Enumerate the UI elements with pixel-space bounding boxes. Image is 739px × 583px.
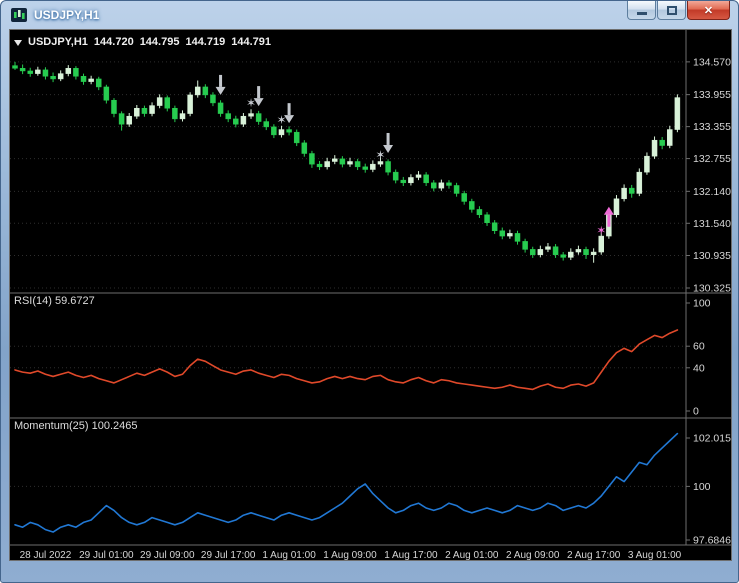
svg-text:1 Aug 01:00: 1 Aug 01:00 [262,550,316,561]
svg-text:29 Jul 17:00: 29 Jul 17:00 [201,550,256,561]
chart-window: USDJPY,H1 ✕ ✶ ✶ ✶ ✶ 134.570 133.955 133.355 132… [0,0,739,583]
svg-text:132.140: 132.140 [693,186,731,198]
svg-text:✶: ✶ [276,113,286,127]
collapse-triangle-icon[interactable] [14,40,22,46]
minimize-button[interactable] [627,1,656,20]
window-title: USDJPY,H1 [34,8,100,22]
chart-area: ✶ ✶ ✶ ✶ 134.570 133.955 133.355 132.755 132.140 1… [9,29,732,561]
close-button[interactable]: ✕ [687,1,730,20]
svg-text:100: 100 [693,298,711,310]
maximize-icon [666,5,677,15]
svg-text:29 Jul 01:00: 29 Jul 01:00 [79,550,134,561]
svg-text:130.935: 130.935 [693,250,731,262]
window-titlebar[interactable]: USDJPY,H1 ✕ [1,1,738,29]
svg-text:102.015: 102.015 [693,433,731,445]
svg-text:131.540: 131.540 [693,218,731,230]
chart-window-icon [11,8,27,22]
svg-text:97.6846: 97.6846 [693,535,731,547]
svg-text:133.955: 133.955 [693,89,731,101]
svg-text:1 Aug 17:00: 1 Aug 17:00 [384,550,438,561]
svg-text:1 Aug 09:00: 1 Aug 09:00 [323,550,377,561]
svg-text:2 Aug 17:00: 2 Aug 17:00 [567,550,621,561]
price-chart-canvas[interactable]: ✶ ✶ ✶ ✶ 134.570 133.955 133.355 132.755 132.140 1… [9,29,732,561]
svg-text:✶: ✶ [375,148,385,162]
maximize-button[interactable] [657,1,686,20]
svg-text:100: 100 [693,481,711,493]
svg-text:✶: ✶ [246,96,256,110]
svg-text:2 Aug 09:00: 2 Aug 09:00 [506,550,560,561]
svg-text:133.355: 133.355 [693,121,731,133]
svg-text:✶: ✶ [596,224,606,238]
svg-text:29 Jul 09:00: 29 Jul 09:00 [140,550,195,561]
minimize-icon [636,12,647,15]
svg-text:134.570: 134.570 [693,56,731,68]
svg-text:60: 60 [693,341,705,353]
svg-text:2 Aug 01:00: 2 Aug 01:00 [445,550,499,561]
svg-text:132.755: 132.755 [693,153,731,165]
svg-text:130.325: 130.325 [693,283,731,295]
svg-text:0: 0 [693,406,699,418]
window-controls: ✕ [627,1,730,20]
svg-text:28 Jul 2022: 28 Jul 2022 [20,550,72,561]
svg-text:3 Aug 01:00: 3 Aug 01:00 [628,550,682,561]
svg-text:40: 40 [693,362,705,374]
